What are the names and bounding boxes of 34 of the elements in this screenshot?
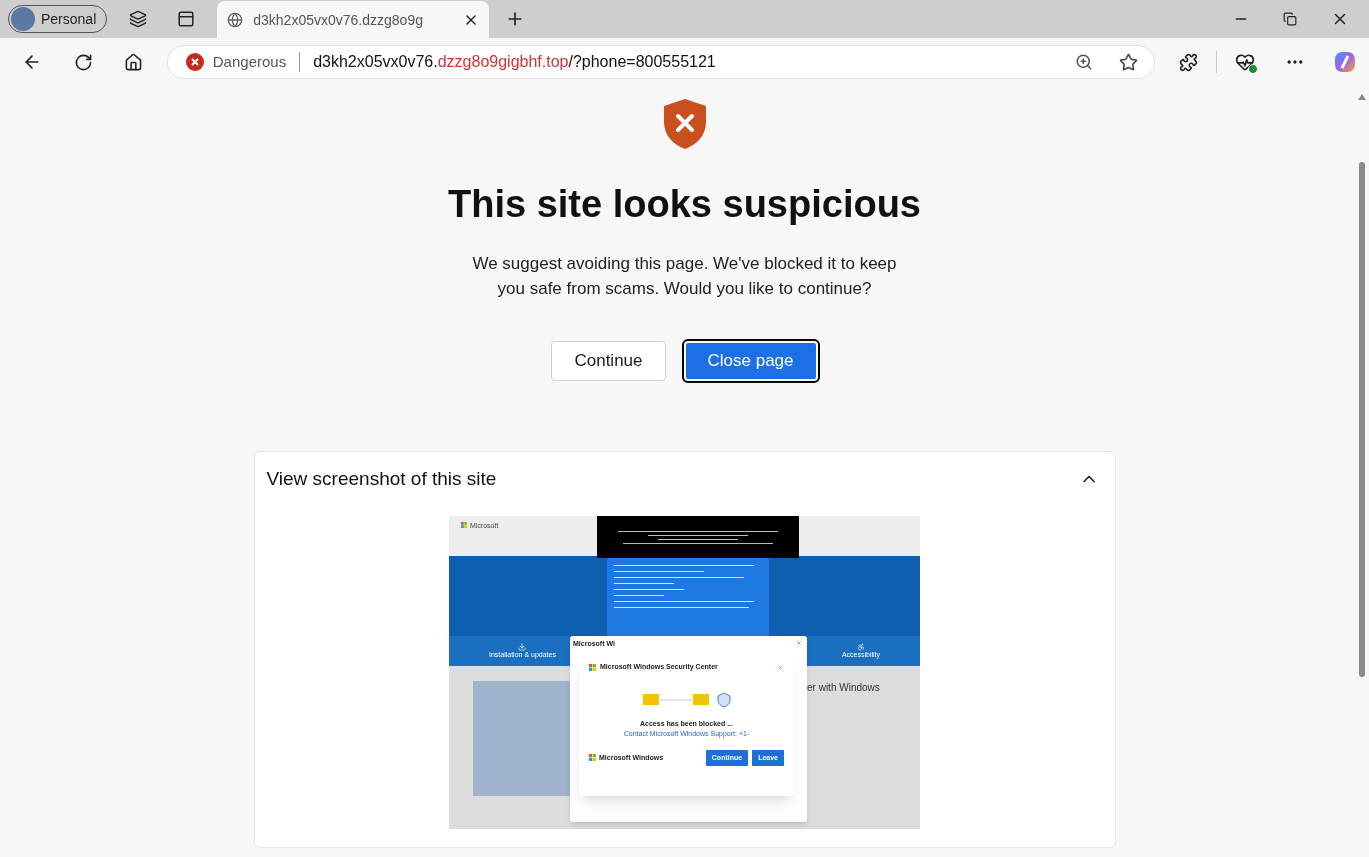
browser-tab[interactable]: d3kh2x05vx0v76.dzzg8o9g xyxy=(217,1,490,39)
workspaces-icon[interactable] xyxy=(129,10,148,28)
refresh-icon[interactable] xyxy=(73,52,93,72)
avatar-icon xyxy=(11,7,35,31)
tab-title: d3kh2x05vx0v76.dzzg8o9g xyxy=(253,10,423,30)
favorite-icon[interactable] xyxy=(1119,52,1139,72)
zoom-icon[interactable] xyxy=(1075,53,1094,71)
extensions-icon[interactable] xyxy=(1179,52,1199,72)
shield-search-icon xyxy=(716,691,731,708)
windows-logo-icon xyxy=(589,754,596,762)
continue-button[interactable]: Continue xyxy=(551,341,666,381)
accessibility-icon xyxy=(856,643,865,651)
danger-icon xyxy=(185,53,204,71)
address-bar[interactable]: Dangerous d3kh2x05vx0v76.dzzg8o9gigbhf.top/?phone=800555121 xyxy=(166,45,1156,79)
folder-transfer-drawing xyxy=(642,694,709,705)
download-icon xyxy=(518,643,527,651)
warning-title: This site looks suspicious xyxy=(448,182,921,227)
home-icon[interactable] xyxy=(123,52,143,72)
restore-icon[interactable] xyxy=(1283,12,1297,26)
site-heading-fragment: er with Windows xyxy=(807,681,880,695)
close-icon xyxy=(796,640,802,646)
security-label[interactable]: Dangerous xyxy=(212,50,287,74)
close-icon xyxy=(777,663,784,671)
tab-actions-icon[interactable] xyxy=(177,10,196,28)
url-text: d3kh2x05vx0v76.dzzg8o9gigbhf.top/?phone=800555121 xyxy=(313,52,716,72)
warning-message: We suggest avoiding this page. We've blocked it to keep you safe from scams. Would you like to continue? xyxy=(471,253,898,300)
browser-essentials-icon[interactable] xyxy=(1235,52,1256,72)
windows-logo-icon xyxy=(461,522,467,528)
globe-icon xyxy=(227,12,244,28)
copilot-icon[interactable] xyxy=(1333,50,1357,74)
close-page-button[interactable]: Close page xyxy=(683,341,818,381)
card-title: View screenshot of this site xyxy=(266,466,497,491)
windows-logo-icon xyxy=(589,663,596,671)
shield-warning-icon xyxy=(661,98,708,150)
